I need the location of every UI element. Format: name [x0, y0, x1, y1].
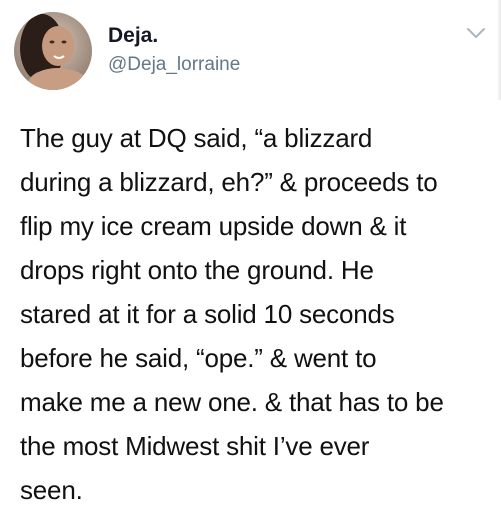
- tweet-text-line: the most Midwest shit I’ve ever: [20, 431, 370, 461]
- user-handle[interactable]: @Deja_lorraine: [108, 54, 240, 76]
- avatar-image: [14, 12, 92, 90]
- tweet-text: The guy at DQ said, “a blizzard during a…: [20, 116, 490, 512]
- chevron-down-icon[interactable]: [466, 26, 486, 40]
- tweet-text-line: seen.: [20, 475, 83, 505]
- tweet-text-line: The guy at DQ said, “a blizzard: [20, 123, 373, 153]
- tweet-text-line: drops right onto the ground. He: [20, 255, 374, 285]
- tweet-text-line: stared at it for a solid 10 seconds: [20, 299, 395, 329]
- scroll-edge: [497, 0, 501, 100]
- tweet-text-line: make me a new one. & that has to be: [20, 387, 444, 417]
- tweet-card: Deja. @Deja_lorraine The guy at DQ said,…: [0, 0, 501, 512]
- tweet-text-line: flip my ice cream upside down & it: [20, 211, 407, 241]
- tweet-text-line: during a blizzard, eh?” & proceeds to: [20, 167, 438, 197]
- tweet-text-line: before he said, “ope.” & went to: [20, 343, 377, 373]
- avatar[interactable]: [14, 12, 92, 90]
- display-name[interactable]: Deja.: [108, 24, 158, 48]
